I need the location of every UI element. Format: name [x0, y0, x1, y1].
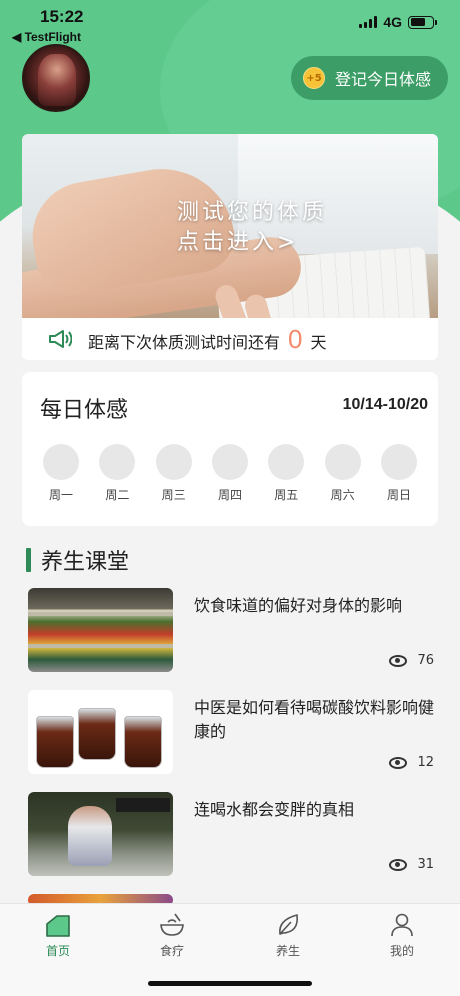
network-type: 4G	[383, 14, 402, 30]
fridge-shelf	[28, 612, 173, 616]
banner-text: 测试您的体质 点击进入>	[177, 198, 327, 258]
day-wednesday[interactable]: 周三	[155, 444, 193, 503]
article-title: 中医是如何看待喝碳酸饮料影响健康的	[194, 698, 435, 741]
view-count-value: 76	[417, 653, 434, 668]
glass-image	[36, 716, 74, 768]
back-to-app-link[interactable]: ◀ TestFlight	[12, 30, 81, 44]
day-indicator	[380, 444, 417, 480]
checkin-label: 登记今日体感	[335, 70, 432, 89]
article-thumbnail	[28, 690, 173, 774]
bowl-icon	[160, 913, 184, 936]
user-icon	[391, 913, 413, 937]
next-test-notice: 距离下次体质测试时间还有 0 天	[22, 318, 438, 360]
tab-diet[interactable]: 食疗	[132, 912, 212, 959]
day-monday[interactable]: 周一	[42, 444, 80, 503]
view-count-value: 31	[417, 857, 434, 872]
day-indicator	[99, 444, 136, 480]
tab-label: 我的	[389, 944, 414, 958]
view-count: 12	[389, 755, 434, 770]
home-icon	[46, 915, 70, 937]
article-item[interactable]: 连喝水都会变胖的真相 31	[28, 792, 440, 876]
status-time: 15:22	[40, 7, 84, 26]
day-indicator	[211, 444, 248, 480]
glass-image	[78, 708, 116, 760]
view-count: 31	[389, 857, 434, 872]
megaphone-icon	[49, 330, 72, 348]
week-range: 10/14-10/20	[342, 396, 428, 413]
checkin-button[interactable]: +5 登记今日体感	[291, 56, 448, 100]
status-indicators: 4G	[359, 14, 437, 30]
week-days: 周一 周二 周三 周四 周五 周六 周日	[42, 444, 418, 503]
day-label: 周三	[161, 488, 186, 502]
day-label: 周二	[105, 488, 130, 502]
section-accent-bar	[26, 548, 31, 572]
article-title: 饮食味道的偏好对身体的影响	[194, 596, 403, 615]
article-item[interactable]: 饮食味道的偏好对身体的影响 76	[28, 588, 440, 672]
section-title-text: 养生课堂	[41, 550, 130, 575]
notice-suffix: 天	[310, 332, 327, 352]
article-thumbnail	[28, 792, 173, 876]
day-indicator	[43, 444, 79, 480]
view-count: 76	[389, 653, 434, 668]
daily-feeling-title: 每日体感	[40, 398, 129, 423]
day-indicator	[324, 444, 361, 480]
day-label: 周日	[386, 488, 411, 502]
thumbnail-person	[68, 806, 112, 866]
view-count-value: 12	[417, 755, 434, 770]
avatar[interactable]	[22, 44, 90, 112]
day-label: 周五	[274, 488, 299, 502]
eye-icon	[389, 756, 408, 769]
day-tuesday[interactable]: 周二	[98, 444, 136, 503]
coin-icon: +5	[303, 67, 325, 89]
tab-profile[interactable]: 我的	[362, 912, 442, 959]
day-thursday[interactable]: 周四	[211, 444, 249, 503]
tab-home[interactable]: 首页	[18, 912, 98, 959]
thumbnail-sign	[116, 798, 170, 812]
notice-prefix: 距离下次体质测试时间还有	[88, 332, 281, 352]
article-item[interactable]: 中医是如何看待喝碳酸饮料影响健康的 12	[28, 690, 440, 774]
day-label: 周一	[48, 488, 73, 502]
day-indicator	[268, 444, 305, 480]
glass-image	[124, 716, 162, 768]
signal-icon	[359, 16, 378, 28]
banner-line-1: 测试您的体质	[177, 200, 328, 225]
eye-icon	[389, 858, 408, 871]
tab-label: 首页	[45, 944, 70, 958]
fridge-shelf	[28, 644, 173, 648]
leaf-icon	[279, 914, 299, 935]
section-title-classroom: 养生课堂	[26, 544, 129, 576]
battery-icon	[408, 15, 437, 29]
day-friday[interactable]: 周五	[267, 444, 305, 503]
article-thumbnail	[28, 588, 173, 672]
tab-wellness[interactable]: 养生	[248, 912, 328, 959]
avatar-image	[38, 54, 76, 106]
day-saturday[interactable]: 周六	[324, 444, 362, 503]
day-label: 周四	[217, 488, 242, 502]
notice-text: 距离下次体质测试时间还有 0 天	[88, 324, 327, 355]
day-indicator	[155, 444, 192, 480]
eye-icon	[389, 654, 408, 667]
constitution-test-banner[interactable]: 测试您的体质 点击进入>	[22, 134, 438, 318]
tab-label: 食疗	[159, 944, 184, 958]
article-title: 连喝水都会变胖的真相	[194, 800, 355, 819]
days-remaining: 0	[288, 323, 303, 354]
home-indicator	[148, 981, 312, 986]
daily-feeling-card: 每日体感 10/14-10/20 周一 周二 周三 周四 周五 周六 周日	[22, 372, 438, 526]
day-label: 周六	[330, 488, 355, 502]
day-sunday[interactable]: 周日	[380, 444, 418, 503]
tab-label: 养生	[275, 944, 300, 958]
banner-line-2: 点击进入>	[177, 230, 299, 255]
